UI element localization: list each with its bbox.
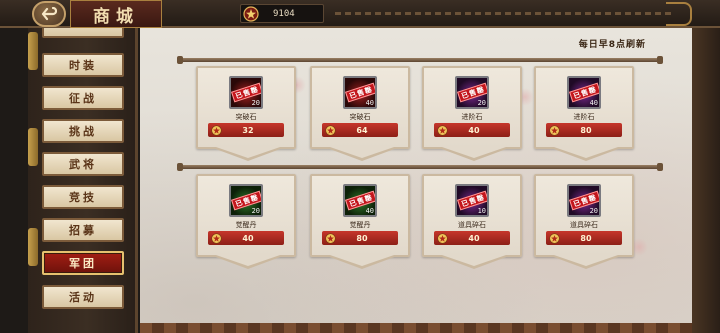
- item-name: 道具碎石: [458, 221, 486, 229]
- item-icon[interactable]: 已售罄 20: [229, 76, 263, 109]
- card-tail: [327, 256, 397, 269]
- item-quantity: 40: [365, 99, 374, 107]
- item-icon[interactable]: 已售罄 40: [567, 76, 601, 109]
- sidebar-item-challenge[interactable]: 挑战: [42, 119, 124, 143]
- army-token-icon: [243, 5, 259, 22]
- shop-item-card[interactable]: 已售罄 40 突破石 64: [310, 66, 410, 161]
- item-quantity: 40: [589, 99, 598, 107]
- hanging-rod: [177, 56, 663, 64]
- card-tail: [439, 256, 509, 269]
- top-bar: 商城 9104: [0, 0, 720, 28]
- page-title: 商城: [93, 6, 139, 27]
- card-tail: [439, 148, 509, 161]
- hanging-rod: [177, 163, 663, 171]
- price-button[interactable]: 32: [208, 123, 284, 137]
- price-button[interactable]: 40: [208, 231, 284, 245]
- price-button[interactable]: 80: [322, 231, 398, 245]
- shop-item-card[interactable]: 已售罄 10 道具碎石 40: [422, 174, 522, 269]
- panel-floor-trim: [140, 323, 692, 333]
- sidebar-tassel: [28, 32, 38, 70]
- header-decoration: [335, 12, 675, 15]
- item-quantity: 20: [589, 207, 598, 215]
- price-value: 80: [356, 233, 368, 243]
- header-ornament: [666, 2, 692, 26]
- card-tail: [213, 148, 283, 161]
- shop-item-card[interactable]: 已售罄 40 觉醒丹 80: [310, 174, 410, 269]
- item-icon[interactable]: 已售罄 20: [229, 184, 263, 217]
- item-name: 进阶石: [573, 113, 595, 121]
- shop-category-sidebar: 时装 征战 挑战 武将 竞技 招募 军团 活动: [28, 28, 138, 333]
- sidebar-item-recruit[interactable]: 招募: [42, 218, 124, 242]
- price-value: 40: [468, 125, 480, 135]
- sidebar-item-campaign[interactable]: 征战: [42, 86, 124, 110]
- army-token-icon: [211, 232, 222, 244]
- item-icon[interactable]: 已售罄 20: [567, 184, 601, 217]
- price-value: 40: [242, 233, 254, 243]
- currency-value: 9104: [273, 8, 295, 19]
- card-tail: [327, 148, 397, 161]
- shop-item-card[interactable]: 已售罄 20 道具碎石 80: [534, 174, 634, 269]
- sidebar-item-events[interactable]: 活动: [42, 285, 124, 309]
- army-token-icon: [437, 124, 448, 136]
- price-value: 40: [468, 233, 480, 243]
- item-quantity: 40: [365, 207, 374, 215]
- price-button[interactable]: 40: [434, 231, 510, 245]
- shop-item-card[interactable]: 已售罄 20 觉醒丹 40: [196, 174, 296, 269]
- sidebar-item-generals[interactable]: 武将: [42, 152, 124, 176]
- sidebar-tassel: [28, 128, 38, 166]
- item-name: 觉醒丹: [349, 221, 371, 229]
- sidebar-item-partial[interactable]: [42, 28, 124, 38]
- price-value: 80: [580, 125, 592, 135]
- army-token-icon: [325, 232, 336, 244]
- price-button[interactable]: 64: [322, 123, 398, 137]
- price-button[interactable]: 40: [434, 123, 510, 137]
- item-quantity: 10: [477, 207, 486, 215]
- item-name: 进阶石: [461, 113, 483, 121]
- shop-panel: 每日早8点刷新 已售罄 20 突破石 32 已售罄 40 突破石 64 已售罄 …: [140, 28, 692, 333]
- sidebar-item-fashion[interactable]: 时装: [42, 53, 124, 77]
- card-tail: [551, 256, 621, 269]
- price-value: 32: [242, 125, 254, 135]
- item-name: 突破石: [349, 113, 371, 121]
- army-token-icon: [211, 124, 222, 136]
- right-frame: [692, 28, 720, 333]
- page-title-plate: 商城: [70, 0, 162, 28]
- item-name: 突破石: [235, 113, 257, 121]
- price-button[interactable]: 80: [546, 123, 622, 137]
- sidebar-tassel: [28, 228, 38, 266]
- price-value: 80: [580, 233, 592, 243]
- item-icon[interactable]: 已售罄 40: [343, 76, 377, 109]
- item-icon[interactable]: 已售罄 20: [455, 76, 489, 109]
- army-token-icon: [549, 232, 560, 244]
- price-button[interactable]: 80: [546, 231, 622, 245]
- price-value: 64: [356, 125, 368, 135]
- army-token-icon: [437, 232, 448, 244]
- refresh-notice: 每日早8点刷新: [578, 40, 646, 50]
- army-token-icon: [325, 124, 336, 136]
- back-arrow-icon: [41, 7, 57, 21]
- item-quantity: 20: [251, 99, 260, 107]
- card-tail: [213, 256, 283, 269]
- item-quantity: 20: [477, 99, 486, 107]
- shop-item-card[interactable]: 已售罄 20 进阶石 40: [422, 66, 522, 161]
- card-tail: [551, 148, 621, 161]
- sidebar-item-arena[interactable]: 竞技: [42, 185, 124, 209]
- item-name: 觉醒丹: [235, 221, 257, 229]
- back-button[interactable]: [32, 1, 66, 27]
- shop-item-card[interactable]: 已售罄 20 突破石 32: [196, 66, 296, 161]
- item-icon[interactable]: 已售罄 40: [343, 184, 377, 217]
- army-token-icon: [549, 124, 560, 136]
- item-quantity: 20: [251, 207, 260, 215]
- item-name: 道具碎石: [570, 221, 598, 229]
- sidebar-item-legion[interactable]: 军团: [42, 251, 124, 275]
- shop-item-card[interactable]: 已售罄 40 进阶石 80: [534, 66, 634, 161]
- currency-display: 9104: [240, 4, 324, 23]
- item-icon[interactable]: 已售罄 10: [455, 184, 489, 217]
